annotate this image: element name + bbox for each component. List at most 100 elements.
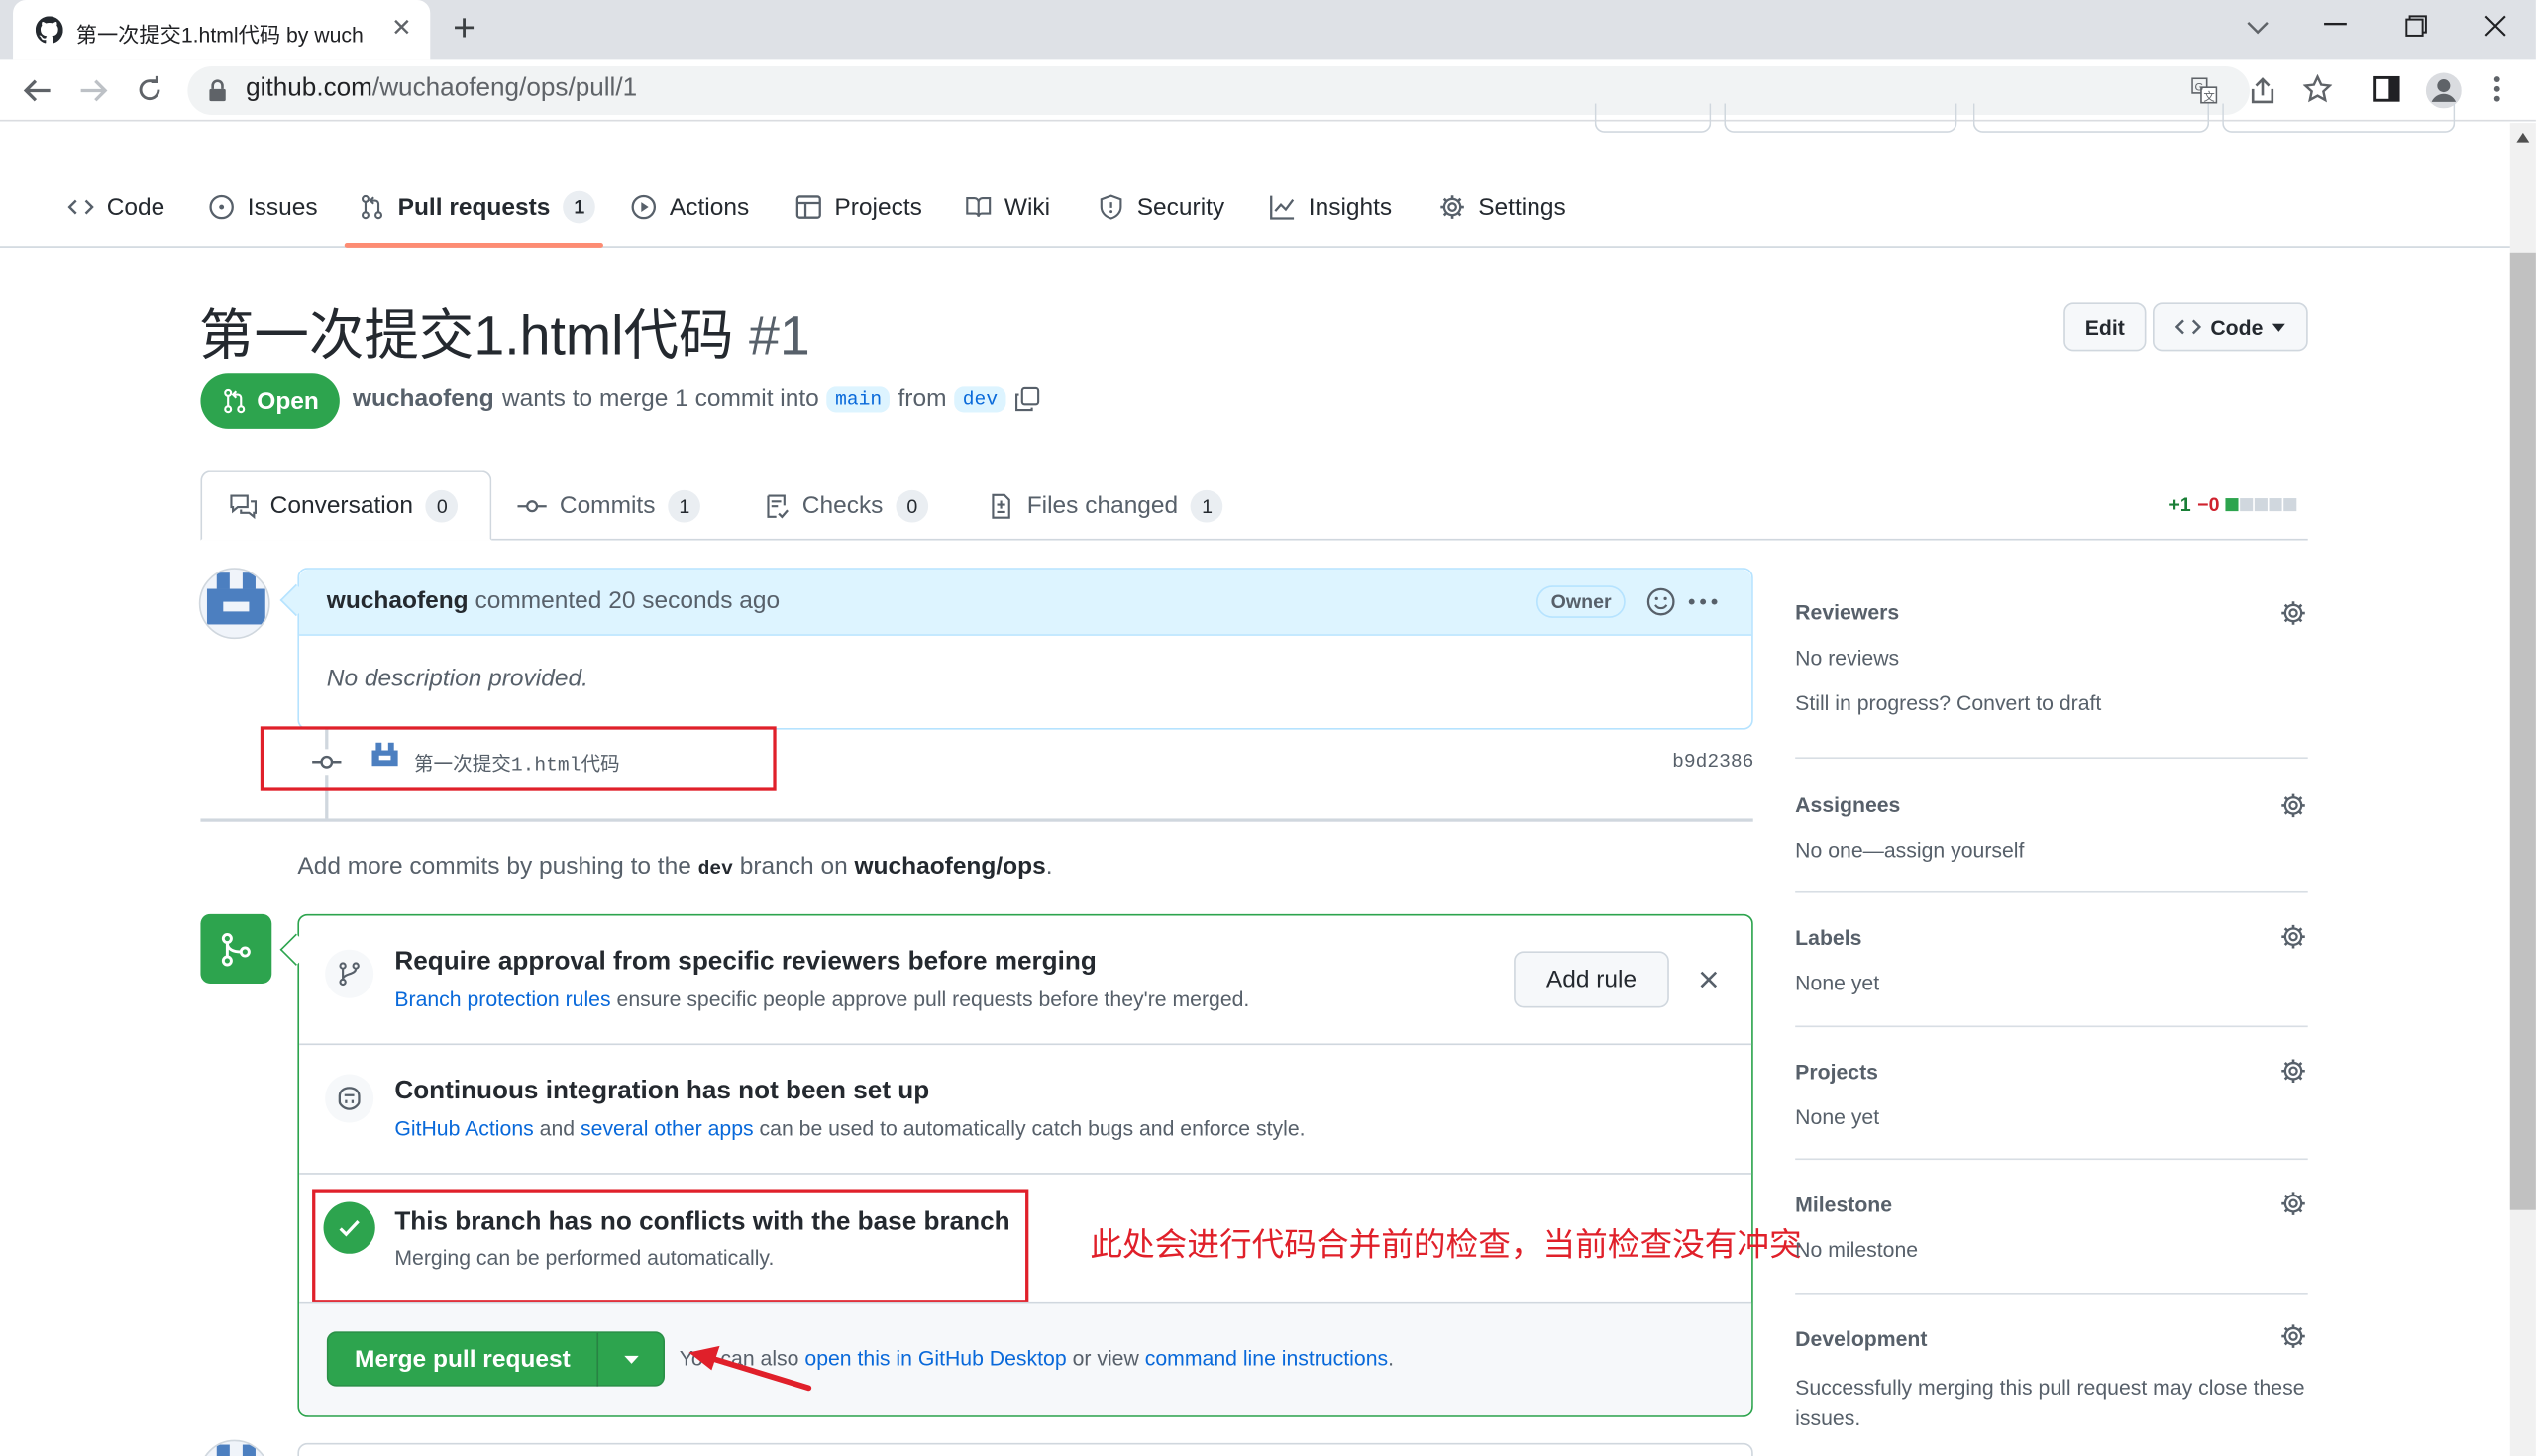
- rule-title: Require approval from specific reviewers…: [394, 948, 1097, 976]
- gear-icon[interactable]: [2280, 924, 2306, 950]
- new-tab-icon[interactable]: +: [453, 7, 476, 52]
- branch-protection-link[interactable]: Branch protection rules: [394, 987, 610, 1010]
- gear-icon[interactable]: [2280, 1323, 2306, 1349]
- comment-body: No description provided.: [326, 665, 588, 693]
- nav-insights-label: Insights: [1308, 193, 1393, 221]
- translate-icon[interactable]: G文: [2191, 77, 2218, 104]
- github-actions-link[interactable]: GitHub Actions: [394, 1116, 533, 1140]
- nav-projects[interactable]: Projects: [795, 174, 922, 239]
- browser-menu-icon[interactable]: [2493, 76, 2500, 102]
- tab-commits[interactable]: Commits 1: [517, 470, 701, 540]
- projects-heading[interactable]: Projects: [1795, 1060, 1878, 1084]
- url-text: github.com/wuchaofeng/ops/pull/1: [246, 74, 637, 103]
- tab-files-changed-label: Files changed: [1026, 491, 1179, 520]
- nav-pull-requests[interactable]: Pull requests 1: [359, 174, 596, 239]
- assignees-heading[interactable]: Assignees: [1795, 792, 1900, 816]
- merge-method-dropdown[interactable]: [598, 1354, 663, 1364]
- gear-icon[interactable]: [2280, 1191, 2306, 1216]
- milestone-heading[interactable]: Milestone: [1795, 1193, 1892, 1216]
- base-branch-ref[interactable]: main: [826, 385, 891, 412]
- graph-icon: [1270, 195, 1295, 220]
- restore-icon[interactable]: [2405, 15, 2428, 38]
- diffstat-added: +1: [2168, 493, 2191, 517]
- diffstat: +1 −0: [2168, 493, 2297, 516]
- convert-to-draft-link[interactable]: Convert to draft: [1956, 690, 2101, 714]
- head-branch-ref[interactable]: dev: [954, 385, 1006, 412]
- avatar[interactable]: [198, 568, 270, 640]
- pr-author-link[interactable]: wuchaofeng: [353, 385, 494, 413]
- gear-icon[interactable]: [2280, 600, 2306, 626]
- tab-close-icon[interactable]: ✕: [391, 13, 412, 43]
- projects-value: None yet: [1795, 1104, 1880, 1130]
- nav-wiki[interactable]: Wiki: [966, 174, 1050, 239]
- bookmark-star-icon[interactable]: [2302, 74, 2333, 103]
- lock-icon[interactable]: [209, 79, 227, 102]
- push-hint-middle: branch on: [739, 852, 848, 881]
- nav-issues[interactable]: Issues: [209, 174, 318, 239]
- copy-icon[interactable]: [1013, 386, 1039, 412]
- nav-security[interactable]: Security: [1099, 174, 1224, 239]
- window-close-icon[interactable]: [2484, 15, 2507, 38]
- labels-heading[interactable]: Labels: [1795, 925, 1861, 949]
- share-icon[interactable]: [2248, 76, 2276, 105]
- forward-icon[interactable]: [79, 77, 108, 103]
- reviewers-heading[interactable]: Reviewers: [1795, 600, 1899, 624]
- reload-icon[interactable]: [136, 75, 163, 104]
- sidebar-divider: [1795, 1158, 2308, 1161]
- minimize-icon[interactable]: [2324, 22, 2347, 26]
- assignees-value[interactable]: No one—assign yourself: [1795, 838, 2024, 862]
- tab-checks-label: Checks: [801, 491, 884, 520]
- tab-checks-counter: 0: [896, 489, 929, 522]
- dismiss-x-icon[interactable]: [1700, 971, 1718, 988]
- comment-form-box: [297, 1442, 1753, 1456]
- sidebar-divider: [1795, 1025, 2308, 1028]
- nav-code[interactable]: Code: [67, 174, 164, 239]
- kebab-horizontal-icon[interactable]: [1688, 598, 1718, 605]
- tab-conversation-counter: 0: [426, 489, 459, 522]
- merge-pull-request-button[interactable]: Merge pull request: [328, 1345, 596, 1373]
- edit-button[interactable]: Edit: [2063, 302, 2147, 352]
- push-hint-repo-link[interactable]: wuchaofeng/ops: [854, 853, 1045, 881]
- url-path: /wuchaofeng/ops/pull/1: [371, 74, 638, 102]
- nav-selected-underline: [344, 242, 603, 248]
- pr-title: 第一次提交1.html代码 #1: [199, 291, 810, 370]
- scrollbar-thumb[interactable]: [2509, 252, 2536, 1210]
- tab-search-icon[interactable]: [2247, 20, 2270, 36]
- nav-actions[interactable]: Actions: [631, 174, 750, 239]
- page-scrollbar[interactable]: [2509, 123, 2536, 1456]
- github-desktop-link[interactable]: open this in GitHub Desktop: [804, 1346, 1066, 1370]
- labels-value: None yet: [1795, 970, 1880, 995]
- nav-insights[interactable]: Insights: [1270, 174, 1393, 239]
- avatar[interactable]: [198, 1439, 270, 1456]
- pr-state-badge: Open: [200, 373, 340, 429]
- page: 第一次提交1.html代码 by wuch ✕ + github.com/wuc…: [0, 0, 2536, 1456]
- command-line-link[interactable]: command line instructions: [1145, 1346, 1388, 1370]
- merge-row-divider: [299, 1043, 1752, 1046]
- github-logo-icon: [35, 16, 63, 44]
- ci-description: GitHub Actions and several other apps ca…: [394, 1116, 1305, 1140]
- nav-actions-label: Actions: [669, 193, 750, 221]
- merge-row-divider: [299, 1173, 1752, 1175]
- add-rule-button[interactable]: Add rule: [1514, 951, 1669, 1008]
- code-dropdown-button[interactable]: Code: [2152, 302, 2308, 352]
- comment-timestamp[interactable]: commented 20 seconds ago: [475, 587, 780, 615]
- gear-icon[interactable]: [2280, 792, 2306, 818]
- tab-conversation[interactable]: Conversation 0: [230, 470, 459, 540]
- development-heading[interactable]: Development: [1795, 1326, 1927, 1350]
- git-merge-icon: [221, 932, 251, 966]
- browser-tab[interactable]: 第一次提交1.html代码 by wuch ✕: [13, 0, 431, 60]
- scroll-up-icon[interactable]: [2516, 132, 2530, 143]
- comment-author-link[interactable]: wuchaofeng: [327, 587, 469, 615]
- side-panel-icon[interactable]: [2373, 75, 2400, 102]
- edit-button-label: Edit: [2084, 314, 2125, 340]
- back-icon[interactable]: [23, 77, 52, 103]
- nav-settings[interactable]: Settings: [1439, 174, 1566, 239]
- tab-files-changed[interactable]: Files changed 1: [989, 470, 1223, 540]
- tab-checks[interactable]: Checks 0: [764, 470, 929, 540]
- add-rule-label: Add rule: [1545, 966, 1638, 993]
- commit-sha-link[interactable]: b9d2386: [1672, 751, 1753, 774]
- diffstat-block: [2255, 498, 2269, 512]
- other-apps-link[interactable]: several other apps: [581, 1116, 754, 1140]
- smiley-icon[interactable]: [1646, 587, 1675, 616]
- gear-icon[interactable]: [2280, 1058, 2306, 1084]
